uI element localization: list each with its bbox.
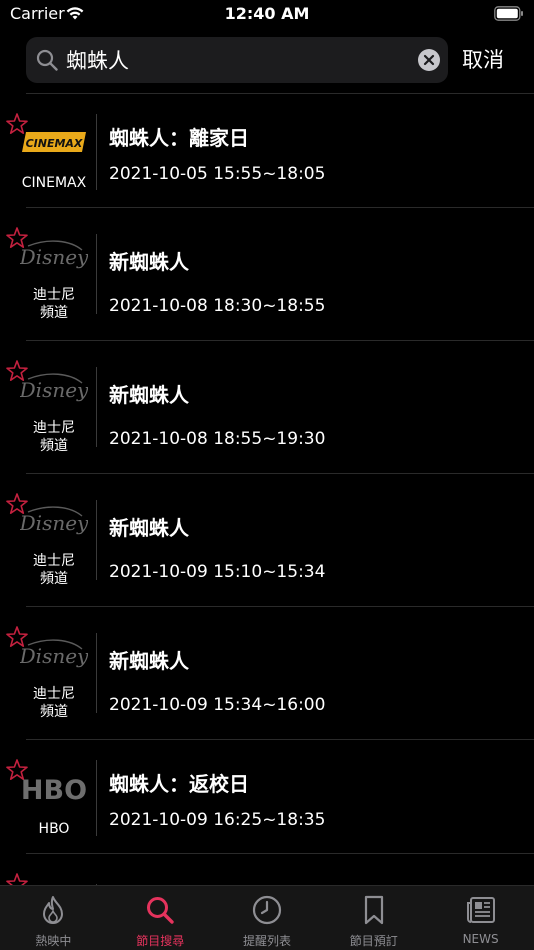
flame-icon — [43, 896, 64, 924]
disney-logo: Disney — [20, 506, 88, 535]
tab-label: 熱映中 — [35, 934, 72, 948]
search-bar[interactable] — [26, 37, 448, 83]
tab-label: NEWS — [462, 932, 499, 946]
channel-name: CINEMAX — [21, 175, 87, 191]
svg-text:Disney: Disney — [20, 644, 88, 668]
svg-text:Disney: Disney — [20, 245, 88, 269]
program-title: 新蜘蛛人 — [109, 250, 189, 274]
channel-name: 迪士尼 頻道 — [33, 686, 75, 720]
newspaper-icon — [466, 897, 495, 923]
divider — [96, 633, 97, 713]
svg-text:HBO: HBO — [21, 775, 87, 806]
status-bar: Carrier 12:40 AM — [0, 0, 534, 30]
bookmark-icon — [364, 895, 383, 925]
list-item[interactable]: Disney 迪士尼 頻道 新蜘蛛人 2021-10-09 15:10~15:34 — [0, 474, 534, 607]
channel-name: HBO — [38, 821, 70, 837]
search-icon — [147, 897, 174, 924]
disney-logo: Disney — [20, 240, 88, 269]
status-time: 12:40 AM — [224, 4, 310, 23]
clear-search-icon[interactable] — [418, 49, 440, 71]
divider — [96, 760, 97, 836]
channel-name: 迪士尼 頻道 — [33, 553, 75, 587]
tab-reminder-list[interactable]: 提醒列表 — [214, 886, 321, 950]
disney-logo: Disney — [20, 639, 88, 668]
program-time: 2021-10-08 18:30~18:55 — [109, 296, 326, 316]
tab-bar: 熱映中 節目搜尋 提醒列表 節目預訂 NEWS — [0, 885, 534, 950]
list-item[interactable]: CINEMAX CINEMAX 蜘蛛人：離家日 2021-10-05 15:55… — [0, 94, 534, 208]
channel-name: 迪士尼 頻道 — [33, 287, 75, 321]
app: Carrier 12:40 AM 取消 — [0, 0, 534, 950]
battery-icon — [494, 6, 523, 21]
svg-text:CINEMAX: CINEMAX — [26, 137, 83, 150]
list-item[interactable]: Disney 迪士尼 頻道 新蜘蛛人 2021-10-09 15:34~16:00 — [0, 607, 534, 740]
program-time: 2021-10-08 18:55~19:30 — [109, 429, 326, 449]
search-input[interactable] — [66, 45, 406, 75]
search-icon — [36, 49, 58, 71]
cancel-button[interactable]: 取消 — [462, 44, 522, 74]
tab-news[interactable]: NEWS — [427, 886, 534, 950]
clock-icon — [252, 895, 282, 925]
results-list: CINEMAX CINEMAX 蜘蛛人：離家日 2021-10-05 15:55… — [0, 93, 534, 895]
tab-program-booking[interactable]: 節目預訂 — [320, 886, 427, 950]
divider — [96, 500, 97, 580]
channel-name: 迪士尼 頻道 — [33, 420, 75, 454]
program-time: 2021-10-09 15:34~16:00 — [109, 695, 326, 715]
tab-program-search[interactable]: 節目搜尋 — [107, 886, 214, 950]
program-time: 2021-10-09 16:25~18:35 — [109, 810, 326, 830]
program-title: 新蜘蛛人 — [109, 649, 189, 673]
list-item[interactable]: Disney 迪士尼 頻道 新蜘蛛人 2021-10-08 18:55~19:30 — [0, 341, 534, 474]
cinemax-logo: CINEMAX — [22, 132, 86, 152]
tab-label: 節目搜尋 — [136, 934, 185, 948]
program-title: 蜘蛛人：離家日 — [109, 126, 249, 150]
program-time: 2021-10-09 15:10~15:34 — [109, 562, 326, 582]
list-item[interactable]: HBO HBO 蜘蛛人：返校日 2021-10-09 16:25~18:35 — [0, 740, 534, 854]
program-time: 2021-10-05 15:55~18:05 — [109, 164, 326, 184]
program-title: 蜘蛛人：返校日 — [109, 772, 249, 796]
list-item[interactable]: Disney 迪士尼 頻道 新蜘蛛人 2021-10-08 18:30~18:55 — [0, 208, 534, 341]
program-title: 新蜘蛛人 — [109, 516, 189, 540]
program-title: 新蜘蛛人 — [109, 383, 189, 407]
divider — [96, 234, 97, 314]
svg-text:Disney: Disney — [20, 511, 88, 535]
tab-now-showing[interactable]: 熱映中 — [0, 886, 107, 950]
tab-label: 提醒列表 — [242, 934, 291, 948]
tab-label: 節目預訂 — [349, 934, 398, 948]
svg-text:Disney: Disney — [20, 378, 88, 402]
divider — [96, 114, 97, 190]
disney-logo: Disney — [20, 373, 88, 402]
hbo-logo: HBO — [21, 775, 87, 806]
divider — [96, 367, 97, 447]
